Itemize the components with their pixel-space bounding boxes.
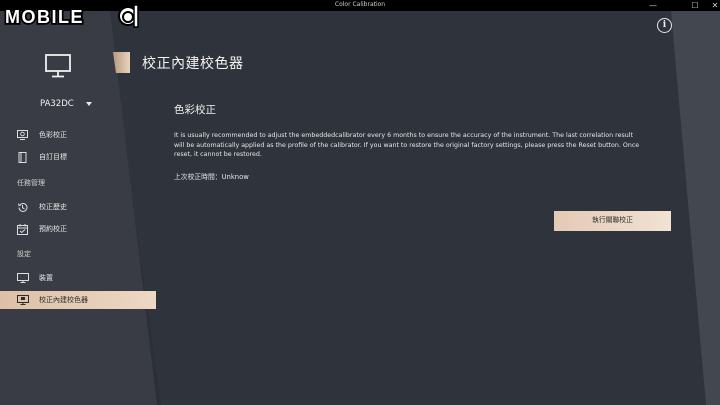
page-title: 校正內建校色器 [142, 56, 244, 72]
watermark-logo: MOBILE MOBILE [4, 4, 139, 29]
model-name: PA32DC [40, 99, 74, 109]
watermark: MOBILE MOBILE [4, 3, 144, 29]
sidebar-item-device[interactable]: 裝置 [0, 269, 157, 287]
sidebar-item-schedule[interactable]: 預約校正 [0, 220, 157, 238]
info-icon[interactable]: i [657, 18, 672, 33]
sidebar-item-label: 校正歷史 [39, 203, 67, 211]
close-button[interactable]: ✕ [704, 0, 720, 11]
section-label-settings: 設定 [17, 250, 31, 258]
svg-text:MOBILE: MOBILE [5, 7, 84, 27]
custom-target-icon [18, 152, 27, 163]
sidebar-item-label: 校正內建校色器 [39, 296, 88, 304]
calendar-icon [17, 224, 28, 235]
sidebar-item-label: 裝置 [39, 274, 53, 282]
monitor-icon [45, 54, 71, 78]
sidebar-item-label: 預約校正 [39, 225, 67, 233]
sidebar-item-label: 自訂目標 [39, 153, 67, 161]
calibrator-icon [17, 295, 29, 305]
run-correlation-button[interactable]: 執行關聯校正 [554, 211, 671, 231]
section-title: 色彩校正 [174, 104, 216, 116]
history-icon [18, 202, 28, 212]
model-selector[interactable]: PA32DC [40, 99, 92, 109]
device-icon [17, 273, 29, 283]
sidebar-item-calibrator[interactable]: 校正內建校色器 [0, 291, 156, 309]
chevron-down-icon [85, 102, 92, 106]
section-label-task: 任務管理 [17, 179, 45, 187]
minimize-button[interactable]: — [642, 0, 664, 11]
last-calibration-time: 上次校正時間：Unknow [174, 173, 249, 181]
sidebar-item-label: 色彩校正 [39, 131, 67, 139]
color-calibration-icon [17, 130, 28, 140]
description-text: It is usually recommended to adjust the … [174, 132, 640, 158]
title-accent-bar [113, 52, 130, 73]
maximize-button[interactable]: ☐ [684, 0, 706, 11]
